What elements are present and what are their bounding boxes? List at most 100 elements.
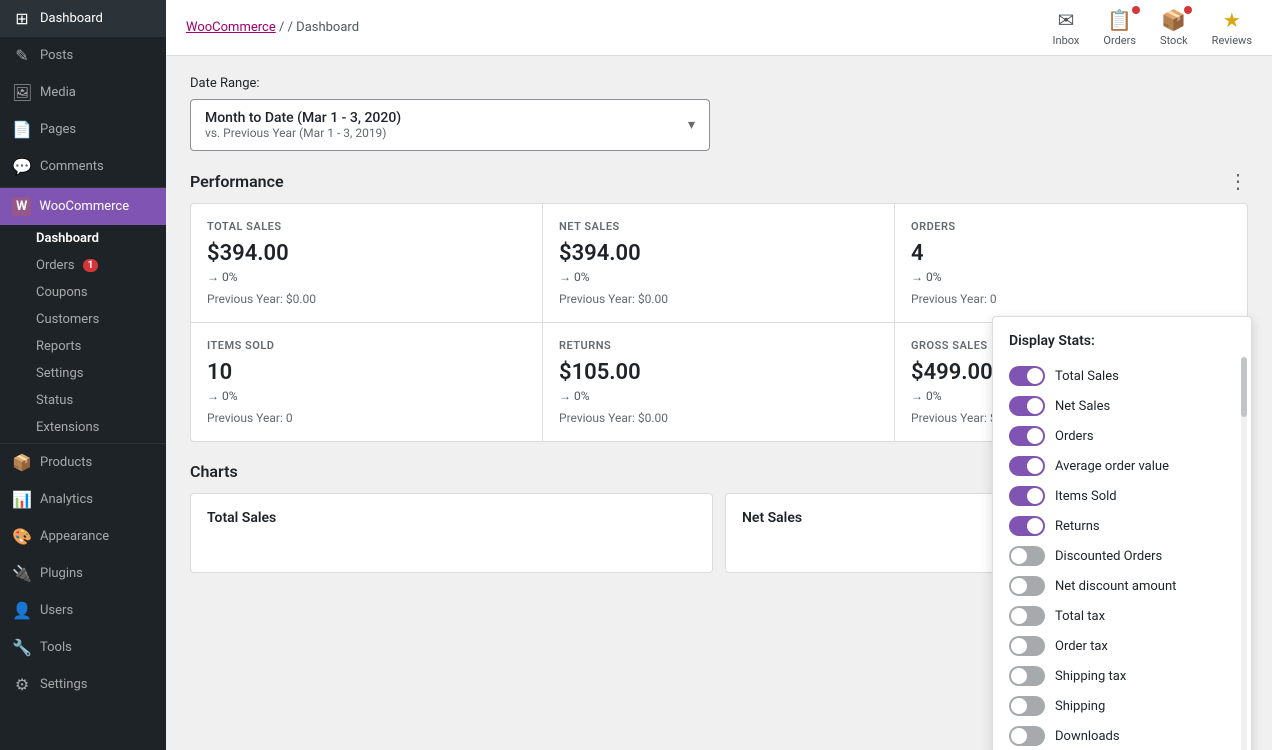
sidebar-sub-woo-reports[interactable]: Reports <box>0 333 166 360</box>
sidebar-sub-woo-dashboard[interactable]: Dashboard <box>0 225 166 252</box>
sidebar-item-label: Analytics <box>40 492 93 507</box>
posts-icon: ✎ <box>12 46 32 65</box>
stat-label-ds-returns: Returns <box>1055 519 1100 534</box>
perf-change: → 0% <box>207 389 526 403</box>
breadcrumb-separator: / <box>279 20 284 35</box>
toggle-ds-order-tax[interactable] <box>1009 636 1045 656</box>
appearance-icon: 🎨 <box>12 527 32 546</box>
performance-menu-icon[interactable]: ⋮ <box>1228 171 1248 191</box>
stat-label-ds-avg-order: Average order value <box>1055 459 1169 474</box>
toggle-ds-avg-order[interactable] <box>1009 456 1045 476</box>
toggle-ds-returns[interactable] <box>1009 516 1045 536</box>
perf-label: RETURNS <box>559 339 878 352</box>
sidebar-sub-woo-customers[interactable]: Customers <box>0 306 166 333</box>
topbar-action-reviews[interactable]: ★ Reviews <box>1212 8 1252 47</box>
perf-change: → 0% <box>559 389 878 403</box>
sidebar-sub-woo-coupons[interactable]: Coupons <box>0 279 166 306</box>
sidebar-item-label: Plugins <box>40 566 83 581</box>
sidebar-item-tools[interactable]: 🔧 Tools <box>0 629 166 666</box>
stat-toggle-row-ds-order-tax: Order tax <box>1009 631 1235 661</box>
toggle-ds-orders[interactable] <box>1009 426 1045 446</box>
display-stats-panel: Display Stats: Total Sales Net Sales Order… <box>992 316 1252 750</box>
perf-value: 10 <box>207 360 526 385</box>
topbar-action-stock[interactable]: 📦 Stock <box>1160 8 1188 47</box>
sidebar-item-comments[interactable]: 💬 Comments <box>0 148 166 185</box>
topbar-action-inbox[interactable]: ✉ Inbox <box>1053 8 1080 47</box>
sidebar-item-label: Posts <box>40 48 73 63</box>
perf-change: → 0% <box>207 270 526 284</box>
stat-label-ds-shipping: Shipping <box>1055 699 1105 714</box>
scrollbar-thumb[interactable] <box>1241 357 1247 417</box>
media-icon: 🖼 <box>12 83 32 102</box>
performance-title: Performance <box>190 172 284 191</box>
perf-label: ITEMS SOLD <box>207 339 526 352</box>
sidebar-item-plugins[interactable]: 🔌 Plugins <box>0 555 166 592</box>
sidebar-item-analytics[interactable]: 📊 Analytics <box>0 481 166 518</box>
stock-label: Stock <box>1160 34 1188 47</box>
perf-card-net-sales: NET SALES $394.00 → 0% Previous Year: $0… <box>543 204 895 323</box>
sidebar-item-pages[interactable]: 📄 Pages <box>0 111 166 148</box>
toggle-ds-shipping-tax[interactable] <box>1009 666 1045 686</box>
topbar: WooCommerce / / Dashboard ✉ Inbox 📋 Orde… <box>166 0 1272 56</box>
stat-label-ds-discounted-orders: Discounted Orders <box>1055 549 1162 564</box>
perf-label: ORDERS <box>911 220 1231 233</box>
perf-card-orders: ORDERS 4 → 0% Previous Year: 0 <box>895 204 1247 323</box>
breadcrumb: WooCommerce / / Dashboard <box>186 20 359 35</box>
toggle-ds-total-tax[interactable] <box>1009 606 1045 626</box>
sidebar-item-label: Users <box>40 603 73 618</box>
perf-prev: Previous Year: 0 <box>911 292 1231 306</box>
sidebar: ⊞ Dashboard ✎ Posts 🖼 Media 📄 Pages 💬 Co… <box>0 0 166 750</box>
sidebar-item-label: Tools <box>40 640 72 655</box>
stat-toggle-row-ds-shipping: Shipping <box>1009 691 1235 721</box>
sidebar-item-settings[interactable]: ⚙ Settings <box>0 666 166 703</box>
perf-value: 4 <box>911 241 1231 266</box>
orders-dot <box>1132 6 1140 14</box>
stat-label-ds-total-tax: Total tax <box>1055 609 1105 624</box>
perf-prev: Previous Year: $0.00 <box>559 411 878 425</box>
sidebar-item-label: Appearance <box>40 529 109 544</box>
toggle-ds-downloads[interactable] <box>1009 726 1045 746</box>
date-range-sub-text: vs. Previous Year (Mar 1 - 3, 2019) <box>205 126 401 140</box>
perf-value: $394.00 <box>559 241 878 266</box>
toggle-ds-net-sales[interactable] <box>1009 396 1045 416</box>
chart-card-title: Total Sales <box>207 510 696 526</box>
sidebar-item-label: Settings <box>40 677 87 692</box>
sidebar-sub-woo-extensions[interactable]: Extensions <box>0 414 166 441</box>
perf-card-returns: RETURNS $105.00 → 0% Previous Year: $0.0… <box>543 323 895 441</box>
stat-label-ds-items-sold: Items Sold <box>1055 489 1117 504</box>
toggle-ds-shipping[interactable] <box>1009 696 1045 716</box>
sidebar-item-media[interactable]: 🖼 Media <box>0 74 166 111</box>
sidebar-sub-woo-settings[interactable]: Settings <box>0 360 166 387</box>
date-range-select[interactable]: Month to Date (Mar 1 - 3, 2020) vs. Prev… <box>190 99 710 151</box>
toggle-ds-total-sales[interactable] <box>1009 366 1045 386</box>
sidebar-item-appearance[interactable]: 🎨 Appearance <box>0 518 166 555</box>
perf-prev: Previous Year: $0.00 <box>559 292 878 306</box>
stat-toggle-row-ds-total-tax: Total tax <box>1009 601 1235 631</box>
sidebar-item-woocommerce[interactable]: W WooCommerce <box>0 188 166 225</box>
toggle-ds-net-discount[interactable] <box>1009 576 1045 596</box>
topbar-action-orders[interactable]: 📋 Orders <box>1103 8 1136 47</box>
sidebar-sub-woo-status[interactable]: Status <box>0 387 166 414</box>
stat-label-ds-net-discount: Net discount amount <box>1055 579 1176 594</box>
sidebar-sub-woo-orders[interactable]: Orders 1 <box>0 252 166 279</box>
perf-label: NET SALES <box>559 220 878 233</box>
stat-label-ds-total-sales: Total Sales <box>1055 369 1119 384</box>
sidebar-item-products[interactable]: 📦 Products <box>0 444 166 481</box>
breadcrumb-separator-slash: / <box>288 20 297 35</box>
products-icon: 📦 <box>12 453 32 472</box>
breadcrumb-link[interactable]: WooCommerce <box>186 20 276 35</box>
toggle-ds-discounted-orders[interactable] <box>1009 546 1045 566</box>
reviews-label: Reviews <box>1212 34 1252 47</box>
stat-toggle-row-ds-net-sales: Net Sales <box>1009 391 1235 421</box>
sidebar-item-dashboard[interactable]: ⊞ Dashboard <box>0 0 166 37</box>
orders-label: Orders <box>1103 34 1136 47</box>
toggle-ds-items-sold[interactable] <box>1009 486 1045 506</box>
perf-prev: Previous Year: 0 <box>207 411 526 425</box>
sidebar-item-users[interactable]: 👤 Users <box>0 592 166 629</box>
sidebar-item-posts[interactable]: ✎ Posts <box>0 37 166 74</box>
perf-card-total-sales: TOTAL SALES $394.00 → 0% Previous Year: … <box>191 204 543 323</box>
stat-toggle-row-ds-items-sold: Items Sold <box>1009 481 1235 511</box>
perf-change: → 0% <box>911 270 1231 284</box>
display-stats-title: Display Stats: <box>1009 333 1235 349</box>
reviews-icon: ★ <box>1223 8 1241 32</box>
